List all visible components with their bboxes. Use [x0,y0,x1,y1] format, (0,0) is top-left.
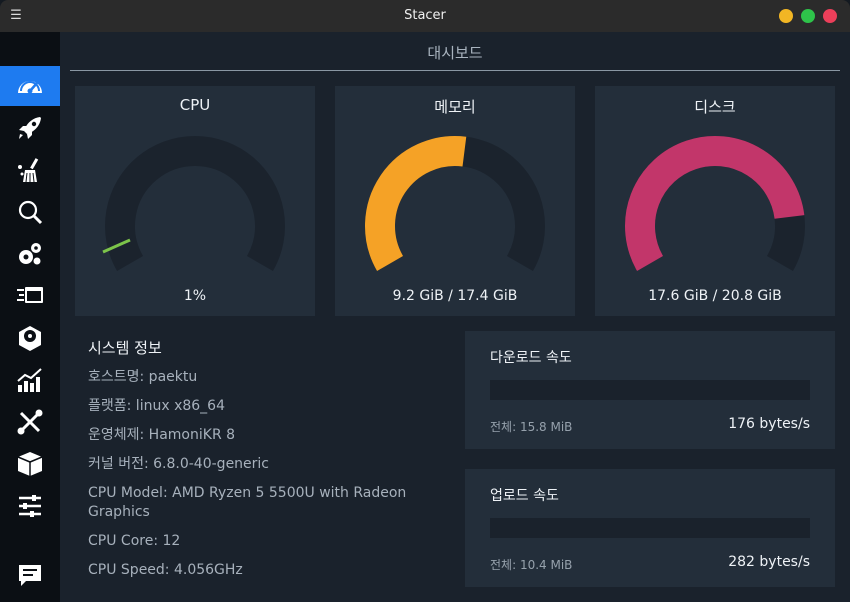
sidebar-item-uninstaller[interactable] [0,318,60,358]
maximize-button[interactable] [801,9,815,23]
upload-speed-value: 282 bytes/s [728,554,810,570]
window-title: Stacer [404,8,446,23]
download-speed-title: 다운로드 속도 [490,350,572,366]
minimize-button[interactable] [779,9,793,23]
system-info-title: 시스템 정보 [88,339,162,357]
download-speed-bar [490,380,810,400]
system-info-cpu-speed: CPU Speed: 4.056GHz [88,562,243,578]
rocket-icon [19,117,41,139]
sidebar-item-services[interactable] [0,234,60,274]
disk-gauge-card: 디스크 17.6 GiB / 20.8 GiB [595,86,835,316]
processes-icon [17,287,43,303]
memory-gauge-arc [365,136,467,271]
sidebar-item-startup-apps[interactable] [0,108,60,148]
package-icon [17,452,43,476]
gears-icon [19,243,41,265]
close-button[interactable] [823,9,837,23]
sliders-icon [19,495,41,517]
upload-total: 전체: 10.4 MiB [490,558,573,572]
system-info-kernel: 커널 버전: 6.8.0-40-generic [88,456,270,472]
dashboard-content: 대시보드 CPU 1% 메모리 9.2 GiB / 17.4 GiB 디스크 1… [60,32,850,602]
disk-icon [19,326,41,351]
system-info-panel: 시스템 정보 호스트명: paektu 플랫폼: linux x86_64 운영… [88,337,448,590]
disk-gauge-value: 17.6 GiB / 20.8 GiB [648,288,782,304]
system-info-os: 운영체제: HamoniKR 8 [88,427,236,443]
memory-gauge-card: 메모리 9.2 GiB / 17.4 GiB [335,86,575,316]
system-info-cpu-model: CPU Model: AMD Ryzen 5 5500U with Radeon… [88,485,407,520]
system-info-cpu-core: CPU Core: 12 [88,533,181,549]
tools-icon [17,409,43,435]
sidebar-item-search[interactable] [0,192,60,232]
sidebar-item-dashboard[interactable] [0,66,60,106]
system-info-platform: 플랫폼: linux x86_64 [88,398,225,414]
download-speed-value: 176 bytes/s [728,416,810,432]
magnifier-icon [18,200,43,225]
system-info-hostname: 호스트명: paektu [88,369,198,385]
cpu-gauge-label: CPU [179,96,211,114]
sidebar-item-processes[interactable] [0,276,60,316]
disk-gauge-arc [625,136,805,271]
chat-icon [19,565,41,586]
broom-icon [18,158,39,183]
download-speed-card: 다운로드 속도 전체: 15.8 MiB 176 bytes/s [465,331,835,449]
sidebar [0,32,60,602]
sidebar-item-feedback[interactable] [0,555,60,595]
upload-speed-title: 업로드 속도 [490,488,559,504]
download-total: 전체: 15.8 MiB [490,420,573,434]
speedometer-icon [18,81,42,94]
page-title: 대시보드 [427,44,483,62]
sidebar-item-helpers[interactable] [0,402,60,442]
chart-icon [17,368,42,392]
disk-gauge-label: 디스크 [694,98,736,116]
sidebar-item-resources[interactable] [0,360,60,400]
memory-gauge-label: 메모리 [434,98,476,116]
memory-gauge-value: 9.2 GiB / 17.4 GiB [392,288,518,304]
title-bar: ☰ Stacer [0,0,850,32]
upload-speed-card: 업로드 속도 전체: 10.4 MiB 282 bytes/s [465,469,835,587]
sidebar-item-system-cleaner[interactable] [0,150,60,190]
title-divider [70,70,840,71]
cpu-gauge-value: 1% [183,288,207,304]
sidebar-item-apt-repository[interactable] [0,444,60,484]
upload-speed-bar [490,518,810,538]
cpu-gauge-card: CPU 1% [75,86,315,316]
sidebar-item-settings[interactable] [0,486,60,526]
